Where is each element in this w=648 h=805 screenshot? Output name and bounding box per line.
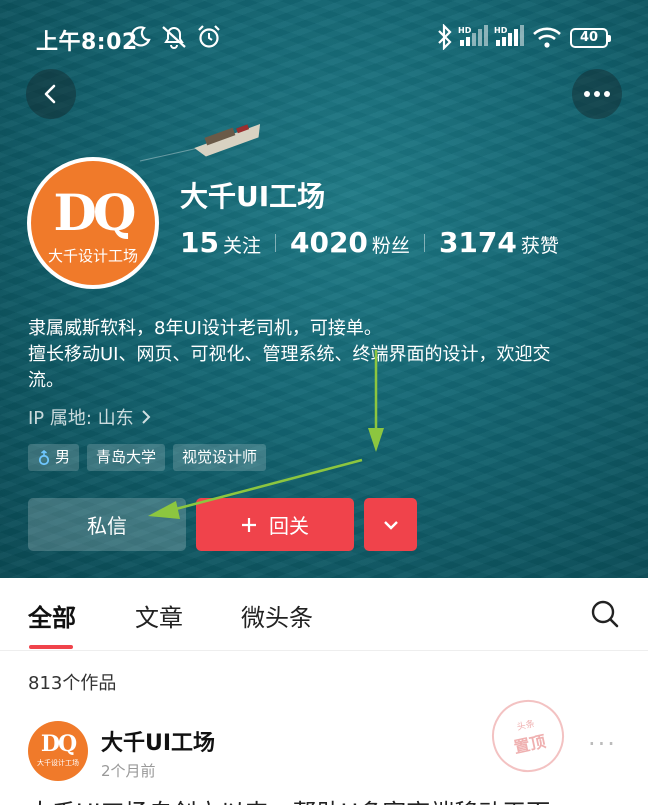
post-time: 2个月前 <box>101 762 156 780</box>
post-avatar-logo: DQ <box>40 731 77 757</box>
post-more-button[interactable]: ··· <box>588 730 617 758</box>
works-count: 813个作品 <box>28 673 117 694</box>
active-tab-indicator <box>29 645 73 649</box>
tab-articles[interactable]: 文章 <box>135 598 183 633</box>
post-avatar-subtitle: 大千设计工场 <box>37 759 79 767</box>
post-author-name[interactable]: 大千UI工场 <box>101 725 215 757</box>
post-text-preview[interactable]: 大千UI工场自创立以来，帮助U多家高端移动平面 <box>28 793 628 805</box>
search-icon[interactable] <box>590 599 620 629</box>
content-tabs: 全部 文章 微头条 <box>0 578 648 648</box>
tab-all[interactable]: 全部 <box>28 598 76 633</box>
tabs-divider <box>0 650 648 651</box>
stamp-main-text: 置顶 <box>512 731 548 757</box>
tab-micro-posts[interactable]: 微头条 <box>241 598 313 633</box>
annotation-arrows <box>148 350 384 519</box>
profile-header-background: 上午8:02 HD HD 40 DQ 大千设计工场 大千UI工场 15 关注 40… <box>0 0 648 578</box>
pinned-stamp: 头条 置顶 <box>485 693 571 779</box>
post-author-avatar[interactable]: DQ 大千设计工场 <box>28 721 88 781</box>
